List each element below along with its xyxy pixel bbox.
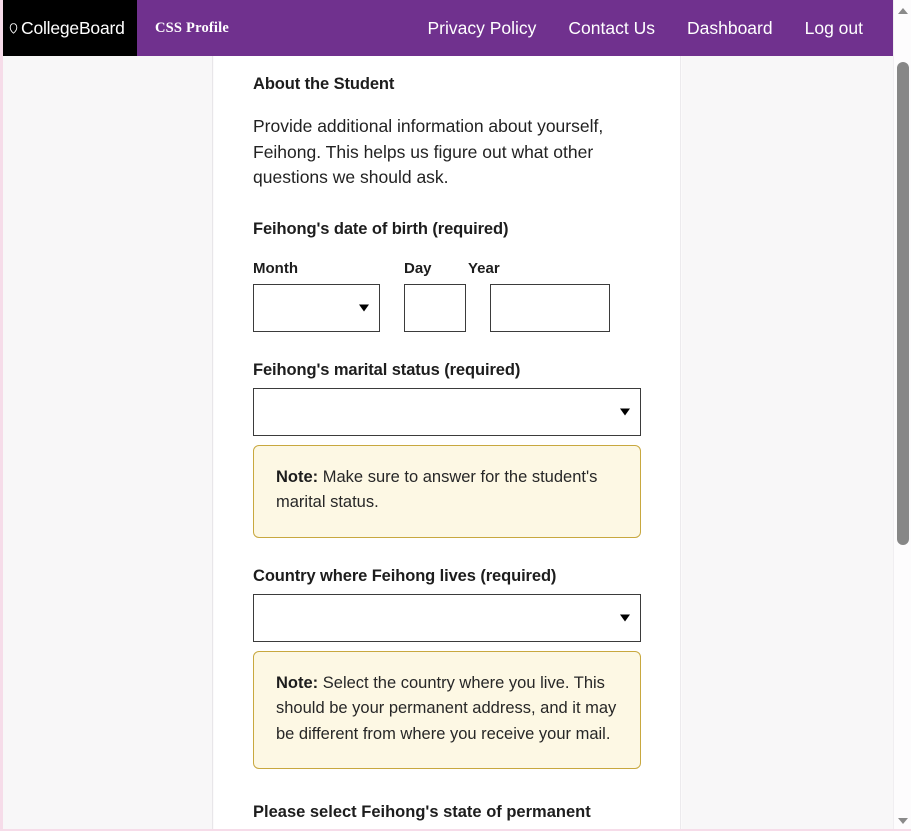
date-of-birth-inputs xyxy=(253,277,642,332)
birth-year-input[interactable] xyxy=(490,283,610,332)
chevron-down-icon xyxy=(620,408,630,415)
scroll-down-button[interactable] xyxy=(894,812,911,829)
marital-status-note: Note: Make sure to answer for the studen… xyxy=(253,444,641,538)
nav-link-dashboard[interactable]: Dashboard xyxy=(671,18,789,39)
note-label: Note: xyxy=(276,467,319,486)
nav-link-log-out[interactable]: Log out xyxy=(789,18,879,39)
chevron-up-icon xyxy=(897,7,908,14)
page-body: About the Student Provide additional inf… xyxy=(0,56,893,831)
year-label: Year xyxy=(468,259,500,277)
top-navigation-bar: CollegeBoard CSS Profile Privacy Policy … xyxy=(0,0,893,56)
country-label: Country where Feihong lives (required) xyxy=(253,566,557,585)
vertical-scrollbar[interactable] xyxy=(893,0,911,831)
state-of-permanent-residence-label: Please select Feihong's state of permane… xyxy=(253,803,591,821)
nav-links: Privacy Policy Contact Us Dashboard Log … xyxy=(412,0,894,56)
collegeboard-logo[interactable]: CollegeBoard xyxy=(0,0,137,56)
birth-day-input[interactable] xyxy=(404,283,466,332)
chevron-down-icon xyxy=(897,817,908,824)
date-of-birth-column-headers: Month Day Year xyxy=(253,239,642,277)
left-margin-rail xyxy=(0,56,213,831)
chevron-down-icon xyxy=(620,614,630,621)
css-profile-brand[interactable]: CSS Profile xyxy=(137,0,229,56)
country-note: Note: Select the country where you live.… xyxy=(253,650,641,769)
nav-link-contact-us[interactable]: Contact Us xyxy=(552,18,671,39)
marital-status-label: Feihong's marital status (required) xyxy=(253,360,521,379)
form-content-card: About the Student Provide additional inf… xyxy=(214,56,681,831)
chevron-down-icon xyxy=(359,304,369,311)
note-text: Select the country where you live. This … xyxy=(276,673,617,743)
note-text: Make sure to answer for the student's ma… xyxy=(276,467,598,512)
birth-month-select[interactable] xyxy=(253,283,380,332)
browser-page: CollegeBoard CSS Profile Privacy Policy … xyxy=(0,0,911,831)
css-profile-brand-text: CSS Profile xyxy=(155,19,230,36)
page-title: About the Student xyxy=(253,75,395,93)
intro-paragraph: Provide additional information about you… xyxy=(253,116,604,187)
note-label: Note: xyxy=(276,673,319,692)
acorn-icon xyxy=(9,22,18,34)
nav-link-privacy-policy[interactable]: Privacy Policy xyxy=(412,18,553,39)
country-select[interactable] xyxy=(253,593,641,642)
day-label: Day xyxy=(404,259,432,277)
date-of-birth-label: Feihong's date of birth (required) xyxy=(253,219,509,238)
month-label: Month xyxy=(253,259,298,277)
scroll-up-button[interactable] xyxy=(894,2,911,19)
collegeboard-logo-text: CollegeBoard xyxy=(21,17,125,38)
scrollbar-thumb[interactable] xyxy=(897,62,909,545)
right-margin-rail xyxy=(682,56,893,831)
marital-status-select[interactable] xyxy=(253,387,641,436)
